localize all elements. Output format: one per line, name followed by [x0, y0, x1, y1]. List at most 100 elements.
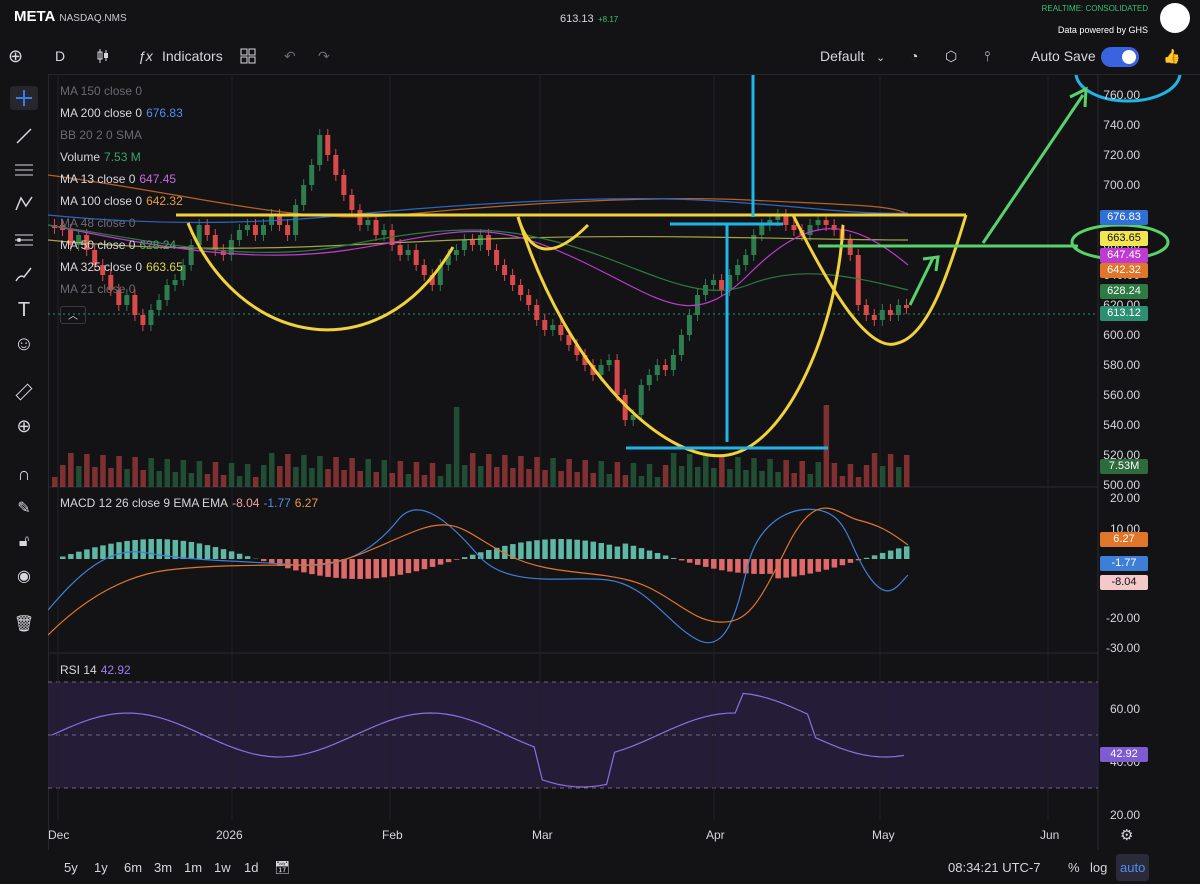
rsi-axis-label: 20.00: [1109, 808, 1140, 822]
chart-canvas[interactable]: [48, 75, 1200, 850]
undo-icon[interactable]: ↶: [284, 48, 296, 65]
range-button[interactable]: 1m: [184, 860, 202, 875]
alert-clock-icon[interactable]: ◔: [910, 48, 918, 64]
lock-icon[interactable]: 🔓︎: [10, 530, 38, 554]
price-axis-label: 760.00: [1103, 88, 1140, 102]
macd-hist-bar: [759, 559, 765, 574]
macd-axis-label: -20.00: [1105, 611, 1140, 625]
app-logo[interactable]: [1160, 3, 1190, 33]
macd-hist-bar: [807, 559, 814, 574]
macd-hist-bar: [646, 550, 653, 559]
macd-hist-bar: [381, 559, 388, 578]
volume-bar: [429, 463, 436, 487]
range-button[interactable]: 1y: [94, 860, 108, 875]
volume-bar: [711, 468, 717, 487]
legend-ma100[interactable]: MA 100 close 0 642.32: [60, 194, 183, 208]
legend-ma48[interactable]: MA 48 close 0: [60, 216, 135, 230]
auto-toggle[interactable]: auto: [1116, 854, 1150, 881]
legend-bb[interactable]: BB 20 2 0 SMA: [60, 128, 142, 142]
brush-icon[interactable]: [10, 262, 38, 286]
macd-hist-bar: [727, 559, 733, 572]
emoji-icon[interactable]: ☺: [10, 332, 38, 356]
price-tag: 647.45: [1100, 248, 1148, 263]
chart-type-icon[interactable]: [96, 48, 110, 67]
macd-hist-bar: [791, 559, 797, 577]
chevron-down-icon[interactable]: ⌄: [876, 51, 885, 64]
zoom-icon[interactable]: ⊕: [10, 414, 38, 438]
interval-selector[interactable]: D: [55, 48, 65, 64]
macd-hist-bar: [598, 543, 605, 559]
indicators-icon[interactable]: ƒx: [138, 48, 153, 64]
volume-bar: [662, 465, 669, 487]
provider-logo: GHS: [1128, 25, 1148, 35]
pencil-lock-icon[interactable]: ✎: [10, 496, 38, 520]
pattern-icon[interactable]: [10, 192, 38, 216]
volume-bar: [783, 460, 789, 487]
text-icon[interactable]: T: [10, 298, 38, 322]
magnet-icon[interactable]: ∩: [10, 462, 38, 486]
range-button[interactable]: 3m: [154, 860, 172, 875]
macd-hist-bar: [437, 559, 444, 565]
volume-bar: [582, 460, 588, 487]
horizontal-lines-icon[interactable]: [10, 158, 38, 182]
fib-icon[interactable]: [10, 228, 38, 252]
replay-icon[interactable]: ⫯: [984, 48, 990, 65]
range-button[interactable]: 5y: [64, 860, 78, 875]
autosave-toggle[interactable]: [1101, 47, 1139, 67]
thumbs-icon[interactable]: 👍: [1163, 48, 1180, 65]
macd-hist-bar: [461, 557, 468, 559]
legend-ma50[interactable]: MA 50 close 0 628.24: [60, 238, 176, 252]
legend-volume[interactable]: Volume 7.53 M: [60, 150, 141, 164]
add-symbol-icon[interactable]: ⊕: [8, 46, 23, 67]
trash-icon[interactable]: 🗑︎: [10, 612, 38, 636]
redo-icon[interactable]: ↷: [318, 48, 330, 65]
volume-bar: [236, 476, 243, 487]
macd-legend[interactable]: MACD 12 26 close 9 EMA EMA -8.04 -1.77 6.27: [60, 496, 318, 510]
macd-hist-bar: [349, 559, 355, 579]
legend-ma13[interactable]: MA 13 close 0 647.45: [60, 172, 176, 186]
indicators-button[interactable]: Indicators: [162, 48, 223, 64]
annotations: [176, 75, 1182, 458]
candle-body: [534, 305, 540, 320]
layout-grid-icon[interactable]: [240, 48, 256, 67]
macd-hist-bar: [614, 546, 621, 559]
legend-ma150[interactable]: MA 150 close 0: [60, 84, 142, 98]
volume-bar: [871, 453, 878, 487]
settings-hex-icon[interactable]: ⬡: [945, 48, 957, 65]
volume-bar: [84, 454, 90, 487]
ruler-icon[interactable]: [10, 380, 38, 404]
macd-hist-bar: [140, 539, 146, 559]
volume-bar: [60, 465, 66, 487]
legend-ma200[interactable]: MA 200 close 0 676.83: [60, 106, 183, 120]
calendar-icon[interactable]: 📅︎: [274, 860, 291, 876]
volume-bar: [397, 461, 404, 487]
legend-ma21[interactable]: MA 21 close 0: [60, 282, 135, 296]
rsi-legend[interactable]: RSI 14 42.92: [60, 663, 131, 677]
log-toggle[interactable]: log: [1090, 860, 1107, 875]
volume-bar: [895, 467, 902, 487]
legend-ma325[interactable]: MA 325 close 0 663.65: [60, 260, 183, 274]
collapse-legend-icon[interactable]: ︿: [60, 306, 86, 324]
candle-body: [646, 375, 652, 385]
price-change: +8.17: [598, 15, 619, 24]
crosshair-icon[interactable]: [10, 86, 38, 110]
volume-bar: [646, 464, 653, 487]
clock-time[interactable]: 08:34:21 UTC-7: [948, 860, 1041, 875]
range-button[interactable]: 1d: [244, 860, 258, 875]
macd-hist-bar: [839, 559, 846, 566]
percent-toggle[interactable]: %: [1068, 860, 1080, 875]
range-button[interactable]: 6m: [124, 860, 142, 875]
layout-name[interactable]: Default: [820, 48, 864, 64]
range-button[interactable]: 1w: [214, 860, 231, 875]
macd-hist-bar: [116, 542, 122, 559]
candle-body: [405, 250, 411, 255]
trendline-icon[interactable]: [10, 124, 38, 148]
candle-body: [140, 315, 146, 325]
macd-hist-bar: [196, 543, 203, 559]
axis-settings-icon[interactable]: ⚙: [1120, 826, 1133, 844]
symbol-title[interactable]: META NASDAQ.NMS: [14, 8, 127, 25]
macd-hist-bar: [606, 544, 613, 559]
macd-tag: -1.77: [1100, 556, 1148, 571]
eye-icon[interactable]: ◉: [10, 564, 38, 588]
macd-hist-bar: [453, 559, 460, 560]
